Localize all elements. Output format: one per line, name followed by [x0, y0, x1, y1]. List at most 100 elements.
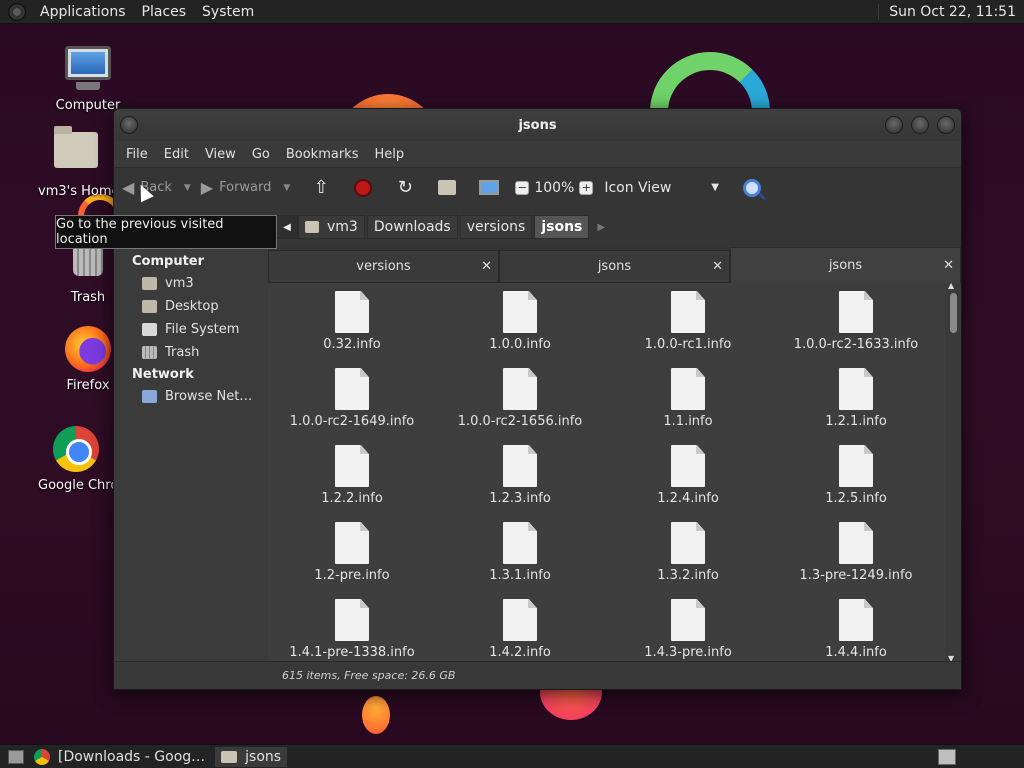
file-item[interactable]: 1.0.0-rc2-1649.info — [268, 368, 436, 445]
menu-system[interactable]: System — [194, 4, 262, 20]
sidebar-item-desktop[interactable]: Desktop — [114, 295, 268, 318]
document-icon — [335, 368, 369, 410]
breadcrumb-scroll-right-icon[interactable]: ▶ — [597, 222, 605, 233]
status-text: 615 items, Free space: 26.6 GB — [282, 669, 456, 682]
file-item[interactable]: 1.4.4.info — [772, 599, 940, 663]
close-icon[interactable]: ✕ — [481, 259, 492, 274]
title-bar[interactable]: jsons — [114, 109, 961, 141]
file-item[interactable]: 0.32.info — [268, 291, 436, 368]
document-icon — [503, 291, 537, 333]
show-desktop-icon[interactable] — [8, 749, 24, 764]
file-item[interactable]: 1.2.3.info — [436, 445, 604, 522]
computer-icon[interactable] — [478, 177, 500, 199]
back-history-dropdown-icon[interactable]: ▼ — [184, 183, 191, 193]
file-item[interactable]: 1.4.3-pre.info — [604, 599, 772, 663]
folder-icon — [221, 750, 238, 763]
sidebar-item-label: Trash — [165, 345, 200, 360]
document-icon — [671, 368, 705, 410]
maximize-button[interactable] — [911, 116, 929, 134]
menu-applications[interactable]: Applications — [32, 4, 134, 20]
file-grid: 0.32.info 1.0.0.info 1.0.0-rc1.info 1.0.0-r… — [268, 283, 945, 663]
close-icon[interactable]: ✕ — [712, 259, 723, 274]
forward-arrow-icon: ▶ — [200, 178, 214, 197]
forward-label: Forward — [219, 180, 272, 195]
menu-go[interactable]: Go — [244, 147, 278, 162]
file-name: 1.2-pre.info — [314, 568, 390, 583]
breadcrumb-downloads[interactable]: Downloads — [366, 215, 458, 239]
file-name: 1.0.0-rc2-1633.info — [793, 337, 919, 352]
taskbar-item-label: [Downloads - Goog… — [58, 748, 206, 765]
file-item[interactable]: 1.0.0-rc1.info — [604, 291, 772, 368]
search-icon[interactable] — [742, 178, 761, 197]
file-name: 1.2.5.info — [825, 491, 887, 506]
tab-jsons[interactable]: jsons ✕ — [499, 250, 730, 283]
zoom-in-icon[interactable]: + — [579, 180, 594, 195]
up-arrow-icon[interactable]: ⇧ — [310, 177, 332, 199]
reload-icon[interactable]: ↻ — [394, 177, 416, 199]
menu-places[interactable]: Places — [134, 4, 195, 20]
file-item[interactable]: 1.3.2.info — [604, 522, 772, 599]
forward-button[interactable]: ▶ Forward ▼ — [201, 178, 291, 197]
tab-jsons-active[interactable]: jsons ✕ — [730, 247, 961, 283]
firefox-icon — [64, 326, 112, 374]
breadcrumb-jsons[interactable]: jsons — [534, 215, 590, 239]
sidebar-header-computer: Computer — [132, 254, 205, 269]
file-item[interactable]: 1.0.0-rc2-1633.info — [772, 291, 940, 368]
scrollbar-thumb[interactable] — [950, 293, 957, 333]
document-icon — [503, 368, 537, 410]
file-item[interactable]: 1.4.1-pre-1338.info — [268, 599, 436, 663]
breadcrumb-versions[interactable]: versions — [459, 215, 533, 239]
file-item[interactable]: 1.2-pre.info — [268, 522, 436, 599]
forward-history-dropdown-icon[interactable]: ▼ — [283, 183, 290, 193]
file-name: 1.2.3.info — [489, 491, 551, 506]
taskbar-item-jsons[interactable]: jsons — [215, 746, 288, 767]
home-icon[interactable] — [436, 177, 458, 199]
sidebar-item-trash[interactable]: Trash — [114, 341, 268, 364]
close-icon[interactable]: ✕ — [943, 258, 954, 273]
desktop-icon-computer[interactable]: Computer — [38, 46, 138, 113]
menu-bookmarks[interactable]: Bookmarks — [278, 147, 367, 162]
breadcrumb-scroll-left-icon[interactable]: ◀ — [276, 215, 298, 239]
file-item[interactable]: 1.0.0-rc2-1656.info — [436, 368, 604, 445]
clock[interactable]: Sun Oct 22, 11:51 — [878, 3, 1024, 20]
sidebar-item-vm3[interactable]: vm3 — [114, 272, 268, 295]
breadcrumb-vm3[interactable]: vm3 — [298, 215, 365, 239]
desktop-icon-chrome[interactable]: Google Chrome — [38, 426, 114, 493]
menu-edit[interactable]: Edit — [156, 147, 197, 162]
document-icon — [839, 291, 873, 333]
file-item[interactable]: 1.3.1.info — [436, 522, 604, 599]
menu-view[interactable]: View — [197, 147, 244, 162]
sidebar-item-browse-network[interactable]: Browse Net… — [114, 385, 268, 408]
stop-button[interactable] — [352, 177, 374, 199]
taskbar-item-chrome[interactable]: [Downloads - Goog… — [28, 747, 211, 767]
vertical-scrollbar[interactable]: ▲ ▼ — [945, 281, 961, 663]
network-icon — [142, 390, 157, 403]
file-name: 1.4.2.info — [489, 645, 551, 660]
menu-help[interactable]: Help — [366, 147, 412, 162]
file-item[interactable]: 1.2.4.info — [604, 445, 772, 522]
document-icon — [839, 522, 873, 564]
file-item[interactable]: 1.2.1.info — [772, 368, 940, 445]
view-mode-select[interactable]: Icon View ▼ — [604, 180, 719, 196]
tab-versions[interactable]: versions ✕ — [268, 250, 499, 283]
file-item[interactable]: 1.1.info — [604, 368, 772, 445]
zoom-out-icon[interactable]: − — [515, 180, 530, 195]
file-item[interactable]: 1.4.2.info — [436, 599, 604, 663]
workspace-switcher[interactable] — [938, 748, 956, 765]
back-button[interactable]: ◀ Back ▼ — [122, 178, 191, 197]
sidebar: Computer vm3 Desktop File System Trash N… — [114, 247, 268, 663]
distro-logo-icon[interactable] — [8, 2, 26, 21]
close-button[interactable] — [937, 116, 955, 134]
file-item[interactable]: 1.3-pre-1249.info — [772, 522, 940, 599]
window-menu-button[interactable] — [120, 116, 138, 134]
file-item[interactable]: 1.2.2.info — [268, 445, 436, 522]
sidebar-item-label: vm3 — [165, 276, 194, 291]
file-item[interactable]: 1.0.0.info — [436, 291, 604, 368]
sidebar-item-filesystem[interactable]: File System — [114, 318, 268, 341]
desktop-icon-home[interactable]: vm3's Home — [38, 126, 114, 199]
menu-file[interactable]: File — [118, 147, 156, 162]
window-title: jsons — [518, 117, 557, 133]
minimize-button[interactable] — [885, 116, 903, 134]
scroll-up-icon[interactable]: ▲ — [948, 281, 954, 290]
file-item[interactable]: 1.2.5.info — [772, 445, 940, 522]
